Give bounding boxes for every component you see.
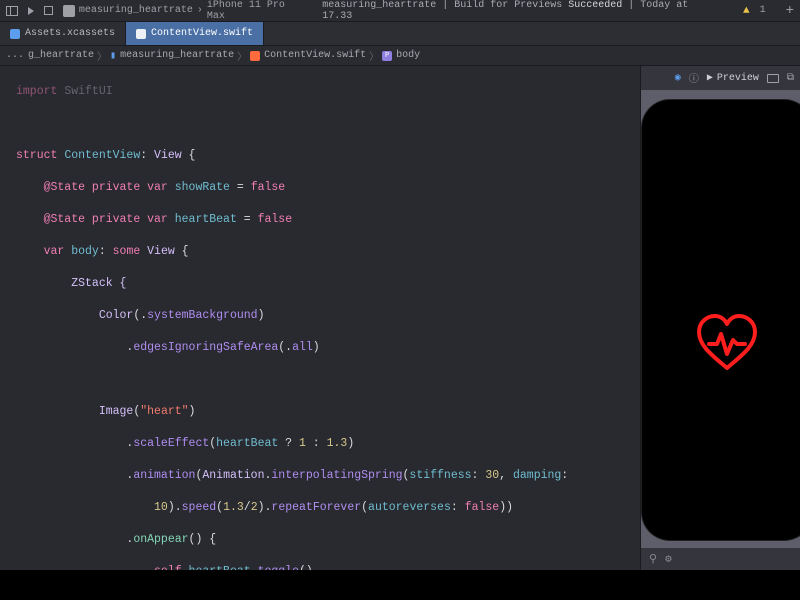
tab-label: ContentView.swift — [151, 28, 253, 39]
add-button-icon[interactable]: + — [786, 3, 794, 19]
app-icon — [63, 5, 75, 17]
preview-button[interactable]: ▶ Preview — [707, 72, 759, 84]
phone-preview — [642, 100, 800, 540]
swift-file-icon — [250, 51, 260, 61]
assets-file-icon — [10, 29, 20, 39]
run-button-icon[interactable] — [28, 7, 34, 15]
tab-contentview[interactable]: ContentView.swift — [126, 22, 264, 45]
duplicate-preview-icon[interactable]: ⧉ — [787, 72, 794, 84]
tabs-bar: Assets.xcassets ContentView.swift — [0, 22, 800, 46]
swift-file-icon — [136, 29, 146, 39]
scheme-device: iPhone 11 Pro Max — [207, 0, 308, 22]
crumb-file[interactable]: ContentView.swift — [250, 50, 366, 61]
live-preview-icon[interactable]: ◉ — [675, 72, 681, 84]
jump-bar[interactable]: ...g_heartrate 〉 ▮measuring_heartrate 〉 … — [0, 46, 800, 66]
pin-icon[interactable]: ⚲ — [649, 552, 657, 566]
panels-icon[interactable] — [6, 6, 18, 16]
crumb-folder[interactable]: ▮measuring_heartrate — [110, 50, 234, 62]
property-icon: P — [382, 51, 392, 61]
chevron-right-icon: 〉 — [97, 48, 107, 64]
canvas-toolbar: ◉ ⓘ ▶ Preview ⧉ — [641, 66, 800, 90]
warning-count[interactable]: 1 — [760, 5, 766, 16]
stop-button-icon[interactable] — [44, 6, 53, 15]
chevron-right-icon: › — [197, 5, 203, 16]
chevron-right-icon: 〉 — [237, 48, 247, 64]
tab-label: Assets.xcassets — [25, 28, 115, 39]
canvas-footer: ⚲ ⚙ — [641, 548, 800, 570]
info-icon[interactable]: ⓘ — [689, 70, 699, 86]
bottom-bar — [0, 570, 800, 600]
main-area: import SwiftUI struct ContentView: View … — [0, 66, 800, 570]
scheme-selector[interactable]: measuring_heartrate › iPhone 11 Pro Max — [63, 0, 308, 22]
settings-icon[interactable]: ⚙ — [665, 552, 672, 566]
toolbar: measuring_heartrate › iPhone 11 Pro Max … — [0, 0, 800, 22]
crumb-symbol[interactable]: Pbody — [382, 50, 420, 61]
canvas-body[interactable] — [641, 90, 800, 548]
activity-status: measuring_heartrate | Build for Previews… — [322, 0, 723, 22]
tab-assets[interactable]: Assets.xcassets — [0, 22, 126, 45]
heart-icon — [695, 314, 759, 372]
status-prefix: measuring_heartrate | Build for Previews — [322, 0, 562, 11]
chevron-right-icon: 〉 — [369, 48, 379, 64]
phone-notch — [690, 104, 764, 122]
warning-icon[interactable]: ▲ — [743, 5, 750, 17]
device-icon[interactable] — [767, 74, 779, 83]
status-result: Succeeded — [568, 0, 622, 11]
folder-icon: ▮ — [110, 50, 116, 62]
scheme-app: measuring_heartrate — [79, 5, 193, 16]
crumb-root[interactable]: ...g_heartrate — [6, 50, 94, 61]
preview-canvas: ◉ ⓘ ▶ Preview ⧉ ⚲ ⚙ — [640, 66, 800, 570]
code-editor[interactable]: import SwiftUI struct ContentView: View … — [0, 66, 640, 570]
